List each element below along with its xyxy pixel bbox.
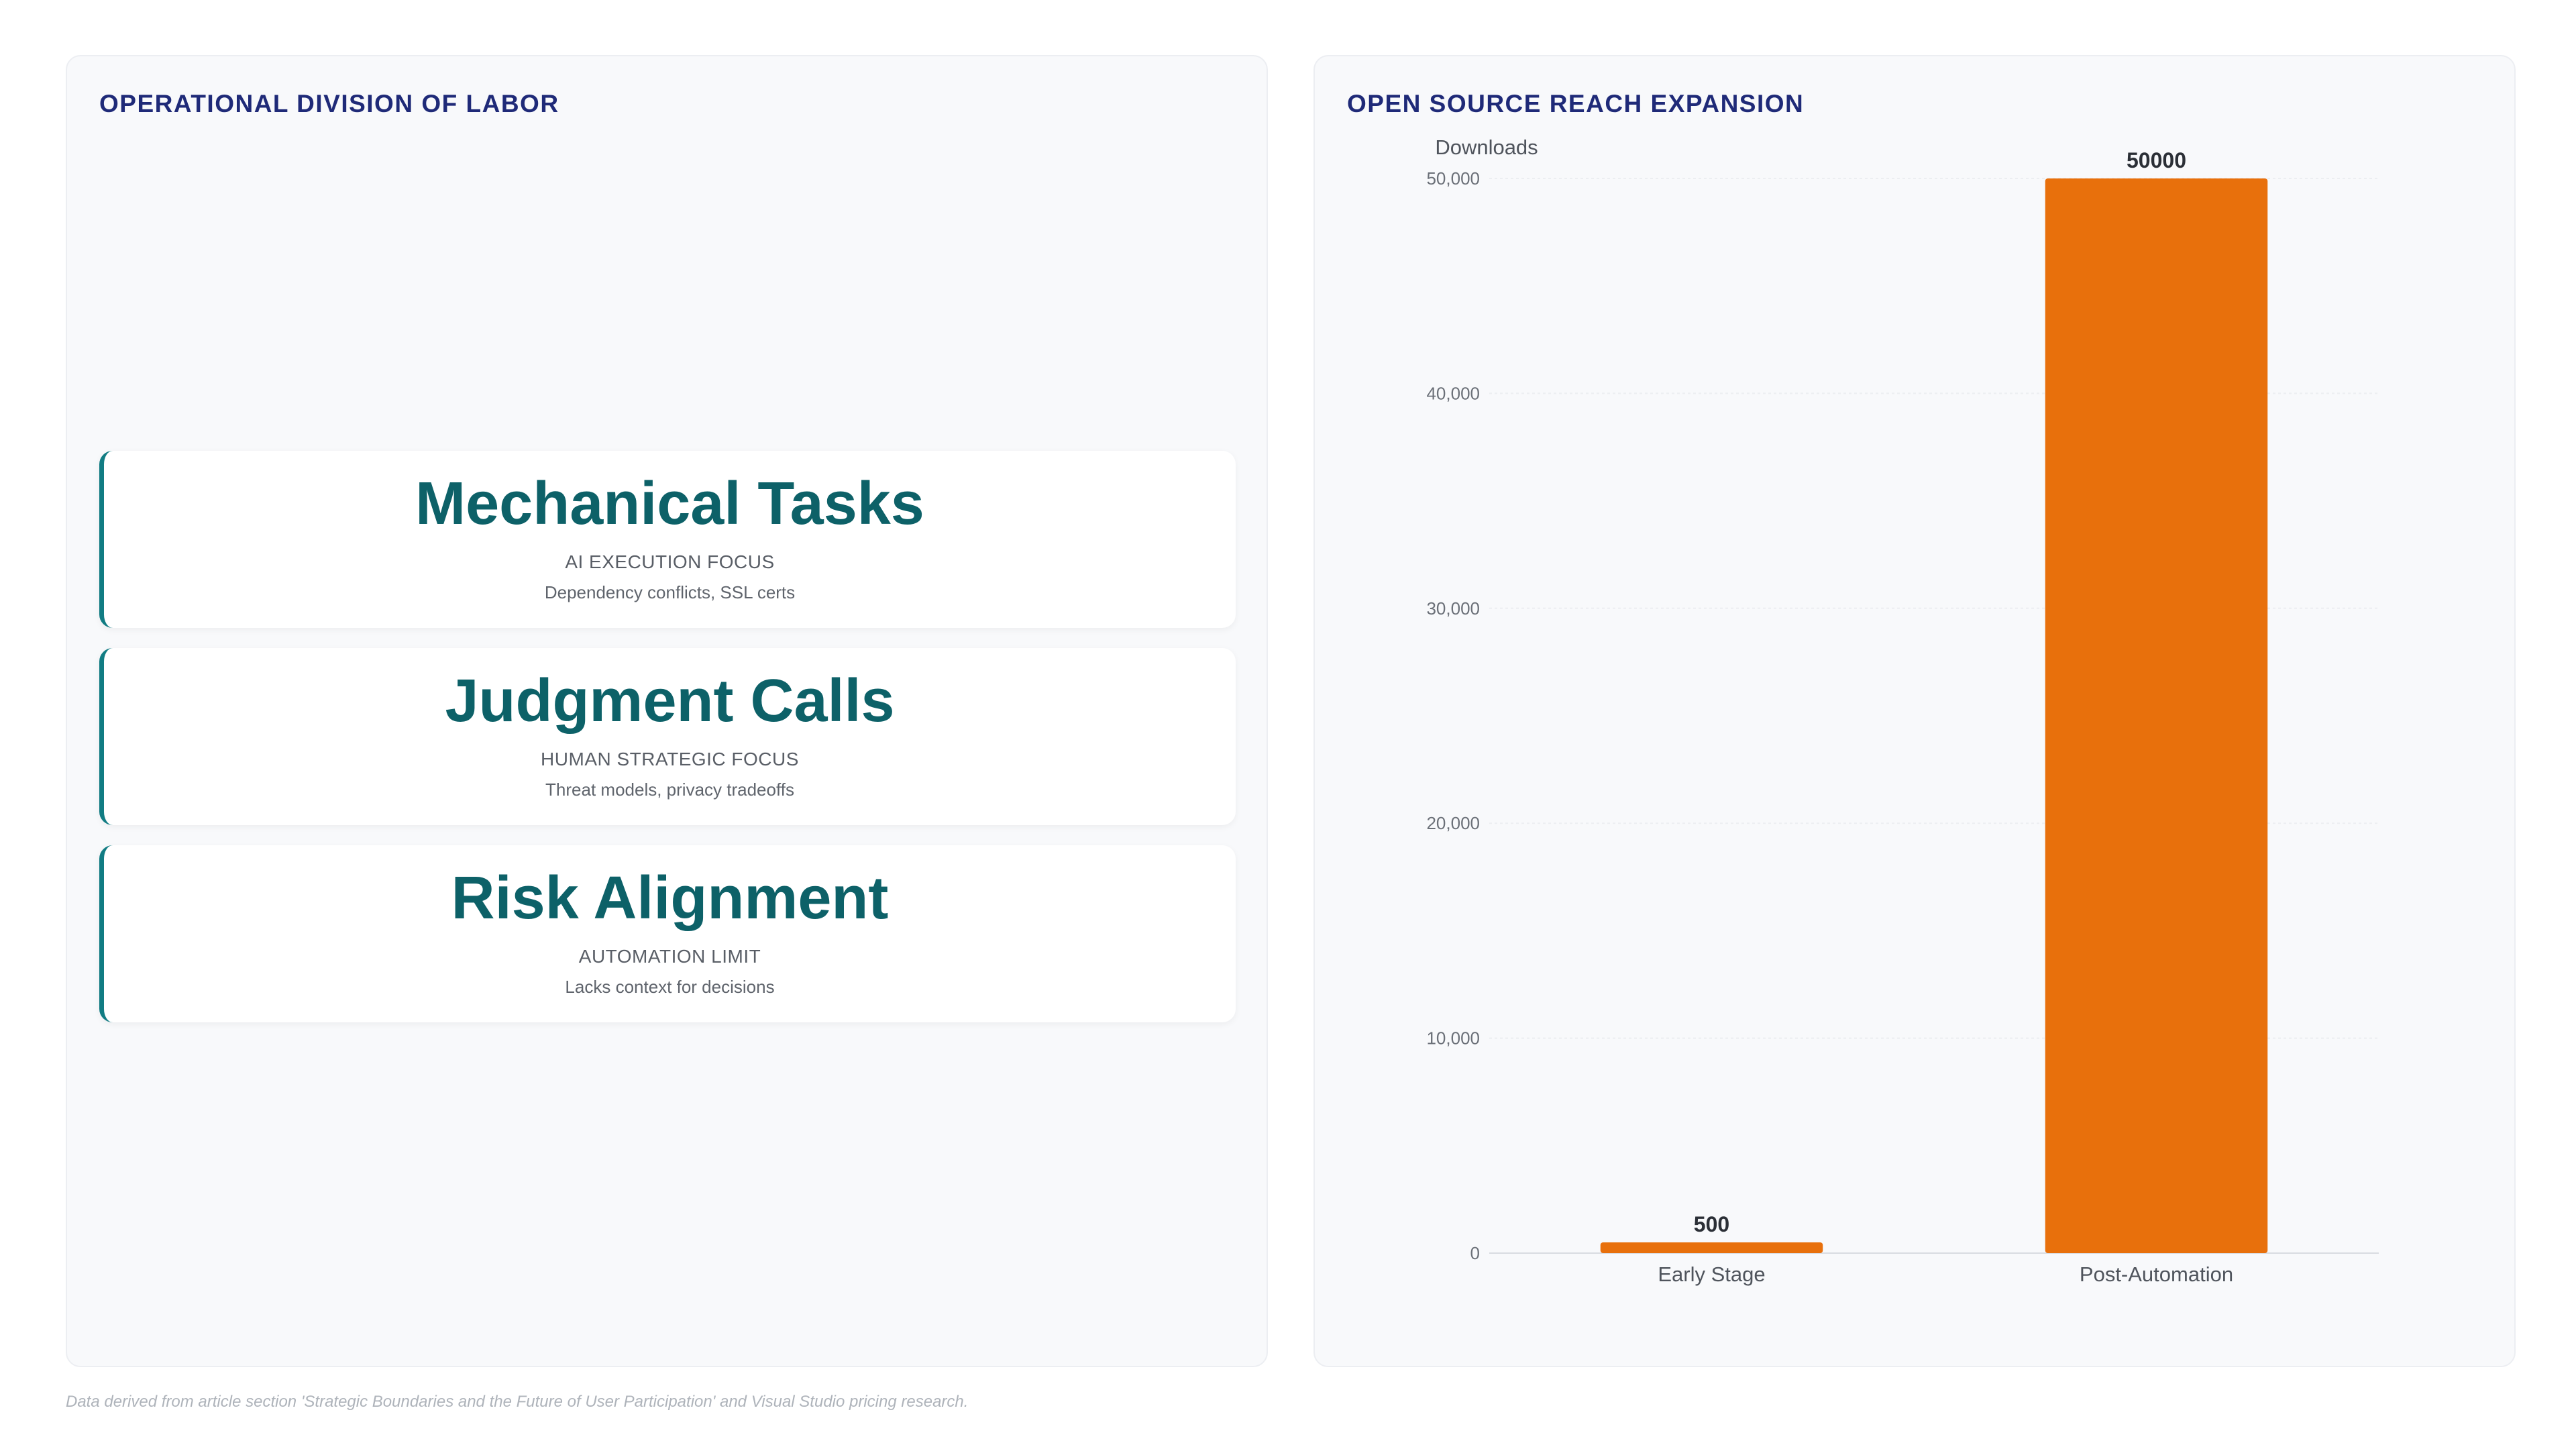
- card-description: Threat models, privacy tradeoffs: [545, 780, 794, 800]
- y-tick-label: 50,000: [1426, 168, 1480, 189]
- y-tick-label: 40,000: [1426, 383, 1480, 403]
- reach-expansion-panel: OPEN SOURCE REACH EXPANSION 0 10,000 20,00…: [1313, 55, 2516, 1367]
- bar-value-label: 500: [1694, 1212, 1729, 1236]
- card-judgment-calls: Judgment Calls HUMAN STRATEGIC FOCUS Thr…: [99, 648, 1236, 825]
- card-subtitle: AI EXECUTION FOCUS: [565, 551, 775, 572]
- y-tick-label: 30,000: [1426, 598, 1480, 619]
- card-title: Mechanical Tasks: [415, 470, 924, 537]
- division-panel-title: OPERATIONAL DIVISION OF LABOR: [99, 90, 559, 117]
- y-tick-label: 10,000: [1426, 1028, 1480, 1049]
- card-description: Lacks context for decisions: [565, 977, 775, 997]
- card-title: Judgment Calls: [445, 667, 895, 735]
- card-mechanical-tasks: Mechanical Tasks AI EXECUTION FOCUS Depe…: [99, 451, 1236, 628]
- card-risk-alignment: Risk Alignment AUTOMATION LIMIT Lacks co…: [99, 845, 1236, 1022]
- card-title: Risk Alignment: [451, 865, 889, 932]
- y-tick-label: 20,000: [1426, 813, 1480, 833]
- bar-value-label: 50000: [2127, 148, 2186, 172]
- bar-chart: 0 10,000 20,000 30,000 40,000 50,000 Downloads…: [1426, 136, 2379, 1286]
- y-tick-label: 0: [1470, 1243, 1480, 1263]
- card-description: Dependency conflicts, SSL certs: [544, 582, 796, 602]
- division-of-labor-panel: OPERATIONAL DIVISION OF LABOR Mechanical…: [66, 55, 1268, 1367]
- x-tick-label: Early Stage: [1658, 1263, 1765, 1286]
- card-subtitle: HUMAN STRATEGIC FOCUS: [541, 749, 799, 769]
- x-tick-label: Post-Automation: [2080, 1263, 2233, 1286]
- bar: [2045, 178, 2268, 1253]
- y-axis-title: Downloads: [1435, 136, 1538, 159]
- bar: [1600, 1242, 1823, 1253]
- card-list: Mechanical Tasks AI EXECUTION FOCUS Depe…: [99, 451, 1236, 1042]
- card-subtitle: AUTOMATION LIMIT: [578, 946, 761, 967]
- source-note: Data derived from article section 'Strat…: [66, 1393, 969, 1411]
